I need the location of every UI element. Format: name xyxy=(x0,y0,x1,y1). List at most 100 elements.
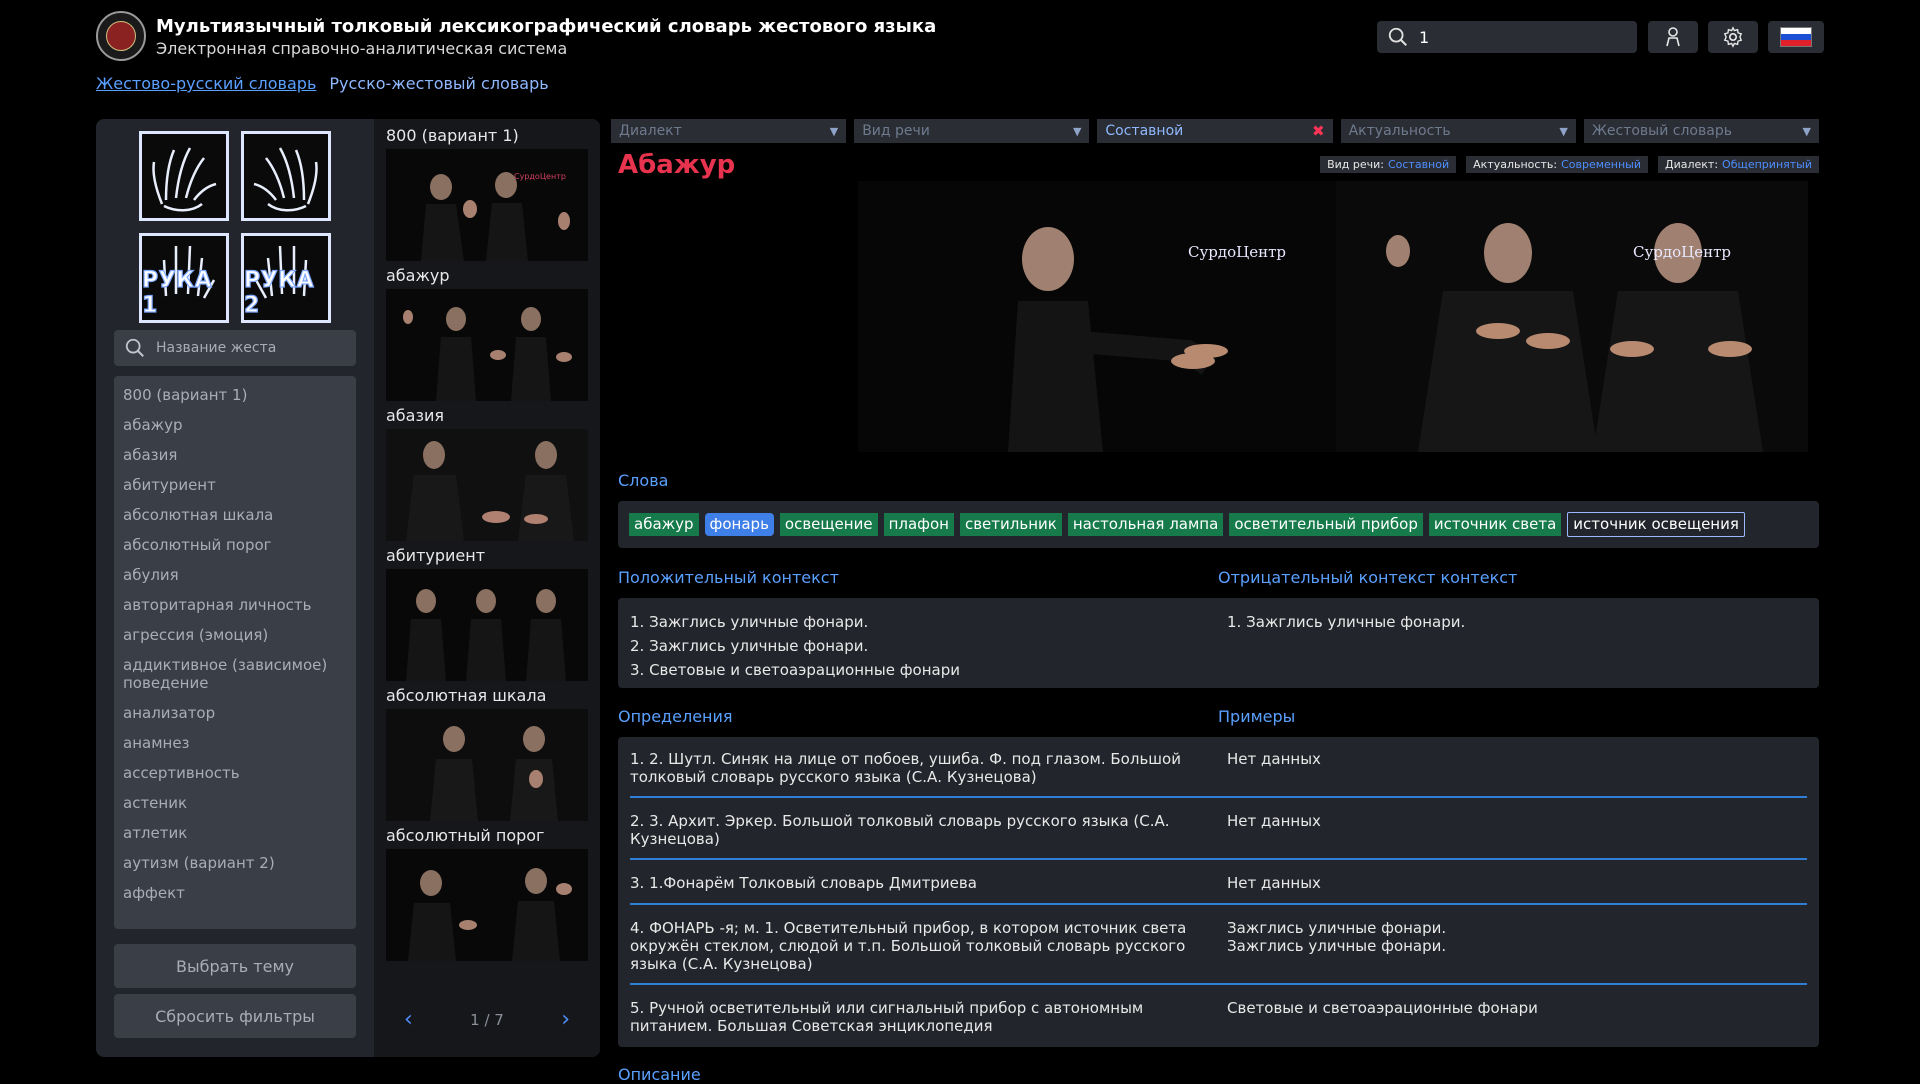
negative-context-heading: Отрицательный контекст контекст xyxy=(1218,568,1518,587)
russian-flag-icon xyxy=(1780,27,1812,47)
hand-1-button[interactable]: РУКА 1 xyxy=(139,233,229,323)
thumbnail-card[interactable]: абажур xyxy=(386,266,588,401)
signer-figures xyxy=(386,429,588,541)
sign-list-item[interactable]: авторитарная личность xyxy=(114,590,356,620)
tab-sign-russian[interactable]: Жестово-русский словарь xyxy=(96,74,316,93)
open-hand-front-button[interactable] xyxy=(139,131,229,221)
definitions-heading: Определения xyxy=(618,707,733,726)
word-chip[interactable]: абажур xyxy=(629,513,699,536)
sign-list-item[interactable]: анамнез xyxy=(114,728,356,758)
sign-thumbnail-image[interactable] xyxy=(386,849,588,961)
word-chip[interactable]: светильник xyxy=(959,513,1062,536)
thumbnail-card[interactable]: абсолютная шкала xyxy=(386,686,588,821)
thumbnail-label: абсолютный порог xyxy=(386,826,545,845)
context-line: 1. Зажглись уличные фонари. xyxy=(630,613,869,631)
global-search-input[interactable] xyxy=(1417,26,1627,48)
sign-list-item[interactable]: анализатор xyxy=(114,698,356,728)
sign-list-item[interactable]: аффект xyxy=(114,878,356,908)
global-search[interactable] xyxy=(1377,21,1637,53)
sign-list-item[interactable]: абитуриент xyxy=(114,470,356,500)
filter-label: Актуальность xyxy=(1348,123,1451,139)
handshape-filter: РУКА 1 РУКА 2 xyxy=(139,131,331,329)
meta-speech-type: Вид речи: Составной xyxy=(1320,156,1457,173)
app-subtitle: Электронная справочно-аналитическая сист… xyxy=(156,39,568,58)
word-chip-outlined[interactable]: источник освещения xyxy=(1567,512,1745,537)
sign-thumbnail-image[interactable] xyxy=(386,289,588,401)
speech-type-filter[interactable]: Вид речи ▼ xyxy=(854,119,1090,143)
sign-list-item[interactable]: абулия xyxy=(114,560,356,590)
relevance-filter[interactable]: Актуальность ▼ xyxy=(1340,119,1576,143)
sign-thumbnail-image[interactable] xyxy=(386,709,588,821)
word-chip[interactable]: осветительный прибор xyxy=(1229,513,1423,536)
sign-dictionary-filter[interactable]: Жестовый словарь ▼ xyxy=(1583,119,1820,143)
definition-row: 5. Ручной осветительный или сигнальный п… xyxy=(630,999,1807,1035)
context-line: 1. Зажглись уличные фонари. xyxy=(1227,613,1466,631)
row-divider xyxy=(630,903,1807,905)
sign-thumbnail-image[interactable] xyxy=(386,429,588,541)
sign-search-input[interactable] xyxy=(154,339,344,357)
reset-filters-button[interactable]: Сбросить фильтры xyxy=(114,994,356,1038)
filter-label: Диалект xyxy=(619,123,682,139)
dialect-filter[interactable]: Диалект ▼ xyxy=(611,119,847,143)
sign-video[interactable]: СурдоЦентр СурдоЦентр xyxy=(858,181,1808,452)
svg-text:СурдоЦентр: СурдоЦентр xyxy=(1633,243,1731,261)
composite-filter[interactable]: Составной ✖ xyxy=(1097,119,1333,143)
example-text: Нет данных xyxy=(1227,874,1321,892)
thumbnail-label: абитуриент xyxy=(386,546,486,565)
examples-heading: Примеры xyxy=(1218,707,1296,726)
search-icon xyxy=(125,338,144,357)
prev-page-icon[interactable]: ‹ xyxy=(404,1007,413,1032)
word-chip[interactable]: настольная лампа xyxy=(1067,513,1224,536)
user-icon xyxy=(1666,27,1680,47)
open-hand-back-button[interactable] xyxy=(241,131,331,221)
hand-2-button[interactable]: РУКА 2 xyxy=(241,233,331,323)
thumbnail-card[interactable]: 800 (вариант 1) СурдоЦентр xyxy=(386,126,588,261)
definitions-table: 1. 2. Шутл. Синяк на лице от побоев, уши… xyxy=(618,737,1819,1047)
sign-list-item[interactable]: астеник xyxy=(114,788,356,818)
sign-list-item[interactable]: абазия xyxy=(114,440,356,470)
thumbnail-card[interactable]: абсолютный порог xyxy=(386,826,588,961)
chevron-down-icon: ▼ xyxy=(829,124,839,138)
hand-1-label: РУКА 1 xyxy=(142,267,213,318)
sign-list-item[interactable]: 800 (вариант 1) xyxy=(114,380,356,410)
example-text: Зажглись уличные фонари. Зажглись уличны… xyxy=(1227,919,1447,955)
left-panel: РУКА 1 РУКА 2 800 (вариант 1) абажур аба… xyxy=(96,119,600,1057)
chevron-down-icon: ▼ xyxy=(1072,124,1082,138)
example-text: Световые и светоаэрационные фонари xyxy=(1227,999,1538,1017)
thumbnail-card[interactable]: абазия xyxy=(386,406,588,541)
open-hand-back-icon xyxy=(253,147,318,212)
word-chip-selected[interactable]: фонарь xyxy=(704,513,774,536)
word-chip[interactable]: освещение xyxy=(779,513,878,536)
word-chip[interactable]: источник света xyxy=(1428,513,1562,536)
thumbnail-card[interactable]: абитуриент xyxy=(386,546,588,681)
row-divider xyxy=(630,858,1807,860)
signer-figures xyxy=(403,307,572,401)
sign-thumbnail-image[interactable]: СурдоЦентр xyxy=(386,149,588,261)
sign-search[interactable] xyxy=(114,330,356,366)
sign-list: 800 (вариант 1) абажур абазия абитуриент… xyxy=(114,376,356,929)
sign-list-item[interactable]: ассертивность xyxy=(114,758,356,788)
meta-dialect: Диалект: Общепринятый xyxy=(1658,156,1819,173)
tab-russian-sign[interactable]: Русско-жестовый словарь xyxy=(329,74,548,93)
sign-list-item[interactable]: абажур xyxy=(114,410,356,440)
sign-list-item[interactable]: аддиктивное (зависимое) поведение xyxy=(114,650,356,698)
clear-filter-icon[interactable]: ✖ xyxy=(1312,122,1325,140)
word-chip[interactable]: плафон xyxy=(883,513,954,536)
signer-figures xyxy=(408,868,572,961)
sign-list-item[interactable]: аутизм (вариант 2) xyxy=(114,848,356,878)
definition-text: 1. 2. Шутл. Синяк на лице от побоев, уши… xyxy=(630,750,1181,786)
definition-text: 5. Ручной осветительный или сигнальный п… xyxy=(630,999,1144,1035)
sign-list-item[interactable]: атлетик xyxy=(114,818,356,848)
sign-list-item[interactable]: агрессия (эмоция) xyxy=(114,620,356,650)
settings-button[interactable] xyxy=(1708,21,1758,53)
sign-list-item[interactable]: абсолютный порог xyxy=(114,530,356,560)
next-page-icon[interactable]: › xyxy=(561,1007,570,1032)
site-logo[interactable] xyxy=(96,11,146,61)
sign-thumbnail-image[interactable] xyxy=(386,569,588,681)
choose-theme-button[interactable]: Выбрать тему xyxy=(114,944,356,988)
sign-list-item[interactable]: абсолютная шкала xyxy=(114,500,356,530)
language-button[interactable] xyxy=(1768,21,1824,53)
gear-icon xyxy=(1723,26,1743,48)
context-box: 1. Зажглись уличные фонари. 2. Зажглись … xyxy=(618,598,1819,688)
user-button[interactable] xyxy=(1648,21,1698,53)
